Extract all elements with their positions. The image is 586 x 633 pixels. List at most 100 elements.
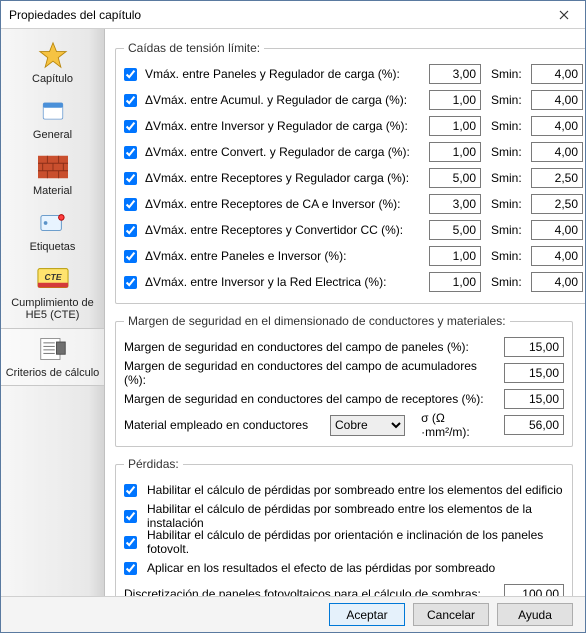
perdidas-label: Aplicar en los resultados el efecto de l… [147, 561, 495, 575]
margen-input[interactable] [504, 363, 564, 383]
margen-label: Margen de seguridad en conductores del c… [124, 359, 498, 387]
group-perdidas: Pérdidas: Habilitar el cálculo de pérdid… [115, 457, 573, 596]
sidebar: Capítulo General Material Etiquetas CTE … [1, 29, 105, 596]
discretizacion-input[interactable] [504, 584, 564, 596]
bricks-icon [35, 151, 71, 183]
perdidas-row: Aplicar en los resultados el efecto de l… [124, 555, 564, 581]
footer: Aceptar Cancelar Ayuda [1, 596, 585, 632]
caidas-smin-input[interactable] [531, 116, 583, 136]
caidas-row: ΔVmáx. entre Inversor y la Red Electrica… [124, 269, 583, 295]
caidas-checkbox[interactable] [124, 250, 137, 263]
svg-text:CTE: CTE [44, 272, 61, 282]
perdidas-checkbox[interactable] [124, 562, 137, 575]
caidas-value-input[interactable] [429, 90, 481, 110]
caidas-smin-input[interactable] [531, 64, 583, 84]
titlebar: Propiedades del capítulo [1, 1, 585, 29]
sidebar-item-general[interactable]: General [1, 91, 104, 147]
caidas-checkbox[interactable] [124, 276, 137, 289]
caidas-row: ΔVmáx. entre Receptores y Convertidor CC… [124, 217, 583, 243]
smin-label: Smin: [491, 249, 527, 263]
caidas-smin-input[interactable] [531, 194, 583, 214]
close-button[interactable] [543, 1, 585, 29]
sigma-label: σ (Ω ·mm²/m): [421, 411, 492, 439]
caidas-label: ΔVmáx. entre Receptores de CA e Inversor… [145, 197, 425, 211]
smin-label: Smin: [491, 145, 527, 159]
smin-label: Smin: [491, 223, 527, 237]
margen-row: Margen de seguridad en conductores del c… [124, 386, 564, 412]
caidas-smin-input[interactable] [531, 90, 583, 110]
margen-input[interactable] [504, 337, 564, 357]
caidas-label: ΔVmáx. entre Convert. y Regulador de car… [145, 145, 425, 159]
caidas-value-input[interactable] [429, 194, 481, 214]
sidebar-label: Criterios de cálculo [6, 367, 100, 379]
caidas-label: ΔVmáx. entre Paneles e Inversor (%): [145, 249, 425, 263]
perdidas-row: Habilitar el cálculo de pérdidas por som… [124, 477, 564, 503]
margen-input[interactable] [504, 389, 564, 409]
caidas-checkbox[interactable] [124, 120, 137, 133]
caidas-row: ΔVmáx. entre Acumul. y Regulador de carg… [124, 87, 583, 113]
caidas-smin-input[interactable] [531, 142, 583, 162]
caidas-row: ΔVmáx. entre Paneles e Inversor (%): Smin… [124, 243, 583, 269]
discretizacion-label: Discretización de paneles fotovoltaicos … [124, 587, 498, 596]
smin-label: Smin: [491, 67, 527, 81]
caidas-checkbox[interactable] [124, 198, 137, 211]
caidas-row: ΔVmáx. entre Receptores y Regulador carg… [124, 165, 583, 191]
caidas-value-input[interactable] [429, 116, 481, 136]
sidebar-item-material[interactable]: Material [1, 147, 104, 203]
caidas-value-input[interactable] [429, 246, 481, 266]
group-perdidas-legend: Pérdidas: [124, 457, 183, 471]
perdidas-checkbox[interactable] [124, 536, 137, 549]
caidas-checkbox[interactable] [124, 94, 137, 107]
perdidas-row: Habilitar el cálculo de pérdidas por ori… [124, 529, 564, 555]
perdidas-row: Habilitar el cálculo de pérdidas por som… [124, 503, 564, 529]
caidas-value-input[interactable] [429, 142, 481, 162]
margen-row: Margen de seguridad en conductores del c… [124, 334, 564, 360]
sidebar-item-criterios[interactable]: Criterios de cálculo [1, 328, 104, 386]
cte-icon: CTE [35, 263, 71, 295]
caidas-label: ΔVmáx. entre Receptores y Regulador carg… [145, 171, 425, 185]
caidas-smin-input[interactable] [531, 168, 583, 188]
margen-label: Margen de seguridad en conductores del c… [124, 392, 498, 406]
smin-label: Smin: [491, 275, 527, 289]
caidas-label: ΔVmáx. entre Acumul. y Regulador de carg… [145, 93, 425, 107]
caidas-value-input[interactable] [429, 168, 481, 188]
group-caidas-legend: Caídas de tensión límite: [124, 41, 264, 55]
caidas-checkbox[interactable] [124, 172, 137, 185]
sidebar-label: Cumplimiento de HE5 (CTE) [3, 297, 102, 321]
caidas-value-input[interactable] [429, 272, 481, 292]
content-area: Capítulo General Material Etiquetas CTE … [1, 29, 585, 596]
caidas-row: Vmáx. entre Paneles y Regulador de carga… [124, 61, 583, 87]
caidas-label: ΔVmáx. entre Inversor y Regulador de car… [145, 119, 425, 133]
ok-button[interactable]: Aceptar [329, 603, 405, 626]
margen-label: Margen de seguridad en conductores del c… [124, 340, 498, 354]
help-button[interactable]: Ayuda [497, 603, 573, 626]
sigma-input[interactable] [504, 415, 564, 435]
caidas-row: ΔVmáx. entre Receptores de CA e Inversor… [124, 191, 583, 217]
caidas-checkbox[interactable] [124, 68, 137, 81]
caidas-smin-input[interactable] [531, 220, 583, 240]
list-icon [35, 333, 71, 365]
material-select[interactable]: Cobre [330, 415, 405, 436]
sidebar-item-capitulo[interactable]: Capítulo [1, 35, 104, 91]
caidas-checkbox[interactable] [124, 146, 137, 159]
sidebar-label: Etiquetas [30, 241, 76, 253]
smin-label: Smin: [491, 171, 527, 185]
cancel-button[interactable]: Cancelar [413, 603, 489, 626]
smin-label: Smin: [491, 119, 527, 133]
caidas-checkbox[interactable] [124, 224, 137, 237]
sidebar-item-cte[interactable]: CTE Cumplimiento de HE5 (CTE) [1, 259, 104, 327]
sidebar-item-etiquetas[interactable]: Etiquetas [1, 203, 104, 259]
perdidas-label: Habilitar el cálculo de pérdidas por som… [147, 483, 563, 497]
perdidas-checkbox[interactable] [124, 484, 137, 497]
perdidas-checkbox[interactable] [124, 510, 137, 523]
caidas-smin-input[interactable] [531, 272, 583, 292]
material-label: Material empleado en conductores [124, 418, 324, 432]
caidas-value-input[interactable] [429, 220, 481, 240]
caidas-value-input[interactable] [429, 64, 481, 84]
sidebar-label: General [33, 129, 72, 141]
group-caidas: Caídas de tensión límite: Vmáx. entre Pa… [115, 41, 585, 304]
perdidas-label: Habilitar el cálculo de pérdidas por som… [147, 502, 564, 530]
tag-icon [35, 207, 71, 239]
caidas-smin-input[interactable] [531, 246, 583, 266]
caidas-row: ΔVmáx. entre Inversor y Regulador de car… [124, 113, 583, 139]
